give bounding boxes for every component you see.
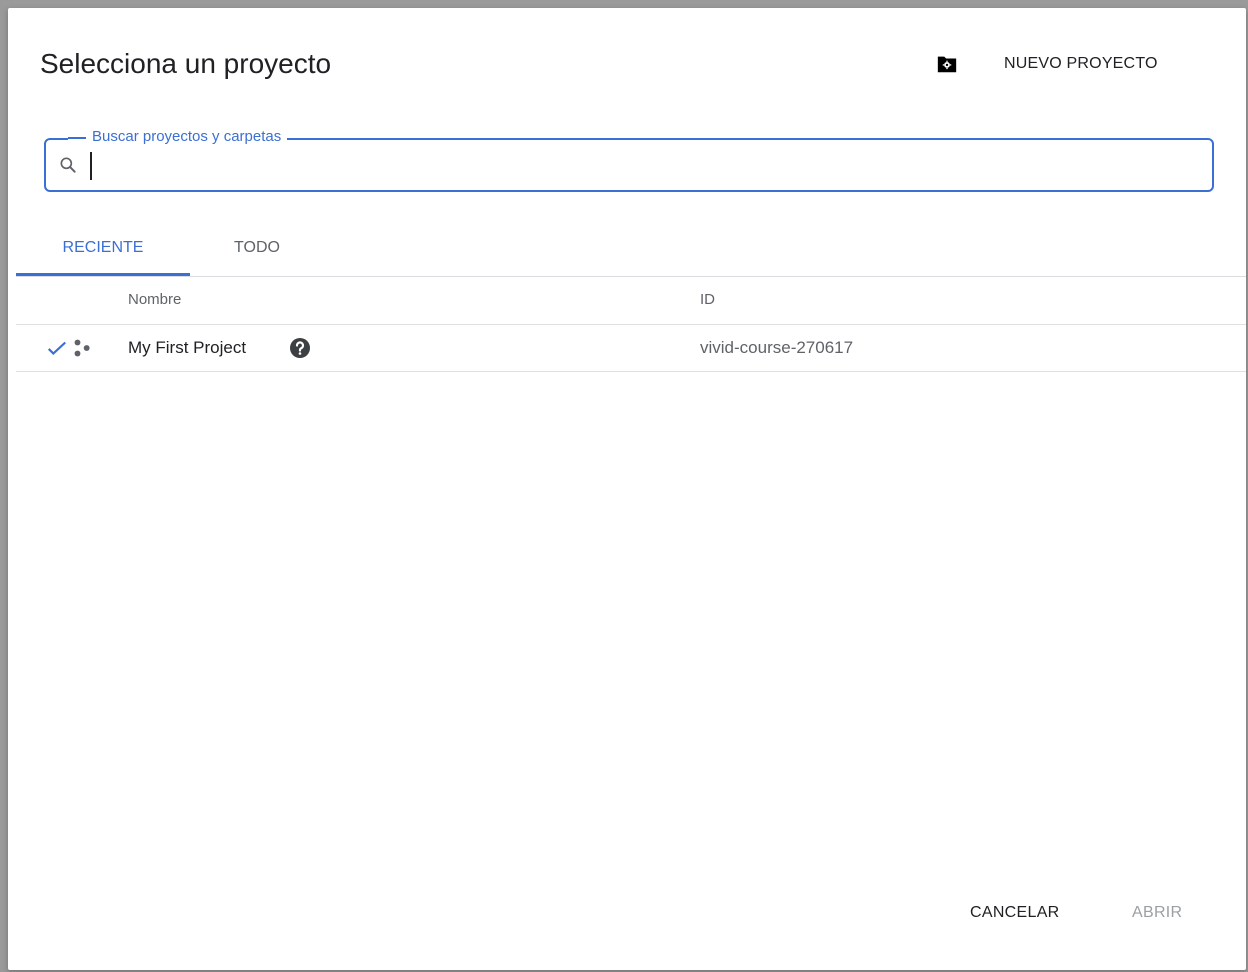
column-header-name[interactable]: Nombre bbox=[128, 291, 181, 308]
tab-bar: RECIENTE TODO bbox=[16, 230, 1246, 277]
tab-recent[interactable]: RECIENTE bbox=[16, 230, 190, 276]
search-icon bbox=[60, 157, 76, 173]
folder-settings-icon bbox=[937, 56, 957, 73]
new-project-button[interactable]: NUEVO PROYECTO bbox=[936, 50, 1158, 78]
tab-all[interactable]: TODO bbox=[212, 230, 302, 276]
cancel-button[interactable]: CANCELAR bbox=[970, 904, 1060, 922]
project-name[interactable]: My First Project bbox=[128, 338, 246, 358]
table-row[interactable]: My First Project vivid-course-270617 bbox=[16, 325, 1246, 372]
project-id: vivid-course-270617 bbox=[700, 338, 854, 357]
dialog-title: Selecciona un proyecto bbox=[40, 48, 332, 79]
project-dots-icon bbox=[74, 339, 90, 357]
search-field[interactable]: Buscar proyectos y carpetas bbox=[44, 128, 1214, 192]
check-icon bbox=[47, 341, 66, 356]
search-input[interactable] bbox=[90, 152, 1198, 180]
search-label: Buscar proyectos y carpetas bbox=[68, 128, 288, 146]
column-header-id[interactable]: ID bbox=[700, 291, 715, 308]
select-project-dialog: Selecciona un proyecto NUEVO PROYECTO Bu… bbox=[8, 8, 1246, 970]
open-button[interactable]: ABRIR bbox=[1132, 904, 1182, 922]
table-header: Nombre ID bbox=[16, 277, 1246, 325]
help-icon[interactable] bbox=[288, 336, 312, 360]
new-project-label: NUEVO PROYECTO bbox=[1004, 55, 1158, 72]
